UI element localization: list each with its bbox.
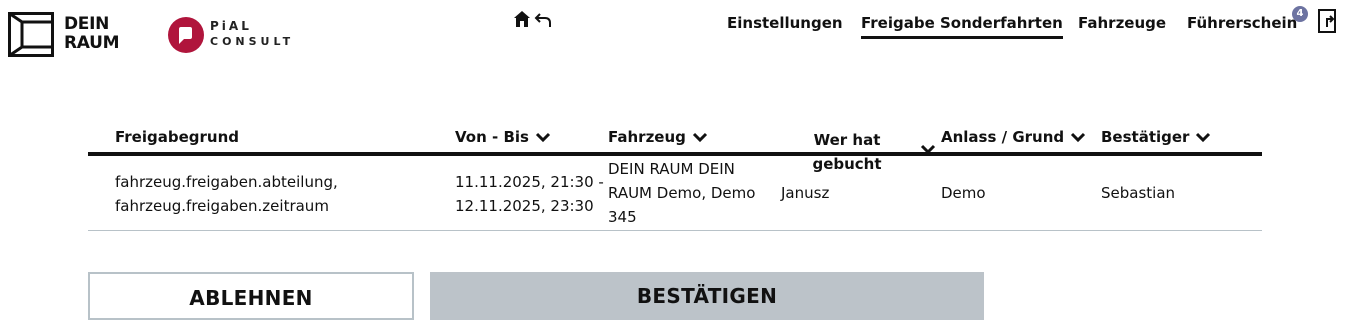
cell-line: 345 bbox=[608, 208, 637, 226]
column-header-fahrzeug[interactable]: Fahrzeug bbox=[608, 128, 708, 146]
brand-line-2: RAUM bbox=[64, 33, 120, 53]
brand-wordmark: DEIN RAUM bbox=[64, 14, 120, 53]
back-arrow-icon[interactable] bbox=[534, 11, 552, 29]
column-header-label: Von - Bis bbox=[455, 128, 529, 146]
partner-name-line-1: PiAL bbox=[210, 19, 252, 33]
nav-item-einstellungen[interactable]: Einstellungen bbox=[727, 14, 843, 32]
logout-icon[interactable] bbox=[1318, 9, 1342, 33]
column-header-bestaetiger[interactable]: Bestätiger bbox=[1101, 128, 1211, 146]
column-header-label-line-1: Wer hat bbox=[813, 131, 881, 149]
table-header-divider bbox=[88, 152, 1262, 156]
column-header-label: Fahrzeug bbox=[608, 128, 686, 146]
column-header-label: Anlass / Grund bbox=[941, 128, 1065, 146]
reject-button[interactable]: ABLEHNEN bbox=[88, 272, 414, 320]
column-header-label: Bestätiger bbox=[1101, 128, 1190, 146]
cell-line: 11.11.2025, 21:30 - bbox=[455, 173, 604, 191]
pial-consult-logo-icon bbox=[168, 17, 204, 53]
table-row-divider bbox=[88, 230, 1262, 231]
column-header-anlass-grund[interactable]: Anlass / Grund bbox=[941, 128, 1086, 146]
chevron-down-icon[interactable] bbox=[1070, 131, 1086, 143]
column-header-von-bis[interactable]: Von - Bis bbox=[455, 128, 551, 146]
dein-raum-logo-icon bbox=[8, 12, 54, 57]
chevron-down-icon[interactable] bbox=[535, 131, 551, 143]
column-header-freigabegrund: Freigabegrund bbox=[115, 128, 239, 146]
nav-item-fuehrerschein[interactable]: Führerschein bbox=[1187, 14, 1297, 32]
cell-line: 12.11.2025, 23:30 bbox=[455, 197, 594, 215]
nav-item-fahrzeuge[interactable]: Fahrzeuge bbox=[1078, 14, 1166, 32]
cell-gebucht-von: Janusz bbox=[781, 184, 830, 202]
partner-name-line-2: CONSULT bbox=[210, 35, 295, 48]
brand-line-1: DEIN bbox=[64, 14, 110, 34]
home-icon[interactable] bbox=[513, 10, 531, 28]
column-header-label: Freigabegrund bbox=[115, 128, 239, 146]
cell-line: RAUM Demo, Demo bbox=[608, 184, 756, 202]
cell-line: fahrzeug.freigaben.zeitraum bbox=[115, 197, 329, 215]
cell-line: fahrzeug.freigaben.abteilung, bbox=[115, 173, 338, 191]
nav-item-freigabe-sonderfahrten[interactable]: Freigabe Sonderfahrten bbox=[861, 14, 1063, 39]
confirm-button[interactable]: BESTÄTIGEN bbox=[430, 272, 984, 320]
cell-freigabegrund: fahrzeug.freigaben.abteilung, fahrzeug.f… bbox=[115, 170, 338, 218]
cell-bestaetiger: Sebastian bbox=[1101, 184, 1176, 202]
cell-anlass: Demo bbox=[941, 184, 986, 202]
cell-line: DEIN RAUM DEIN bbox=[608, 160, 735, 178]
license-count-badge: 4 bbox=[1292, 6, 1308, 22]
chevron-down-icon[interactable] bbox=[692, 131, 708, 143]
cell-fahrzeug: DEIN RAUM DEIN RAUM Demo, Demo 345 bbox=[608, 157, 755, 229]
cell-von-bis: 11.11.2025, 21:30 - 12.11.2025, 23:30 bbox=[455, 170, 604, 218]
chevron-down-icon[interactable] bbox=[1195, 131, 1211, 143]
